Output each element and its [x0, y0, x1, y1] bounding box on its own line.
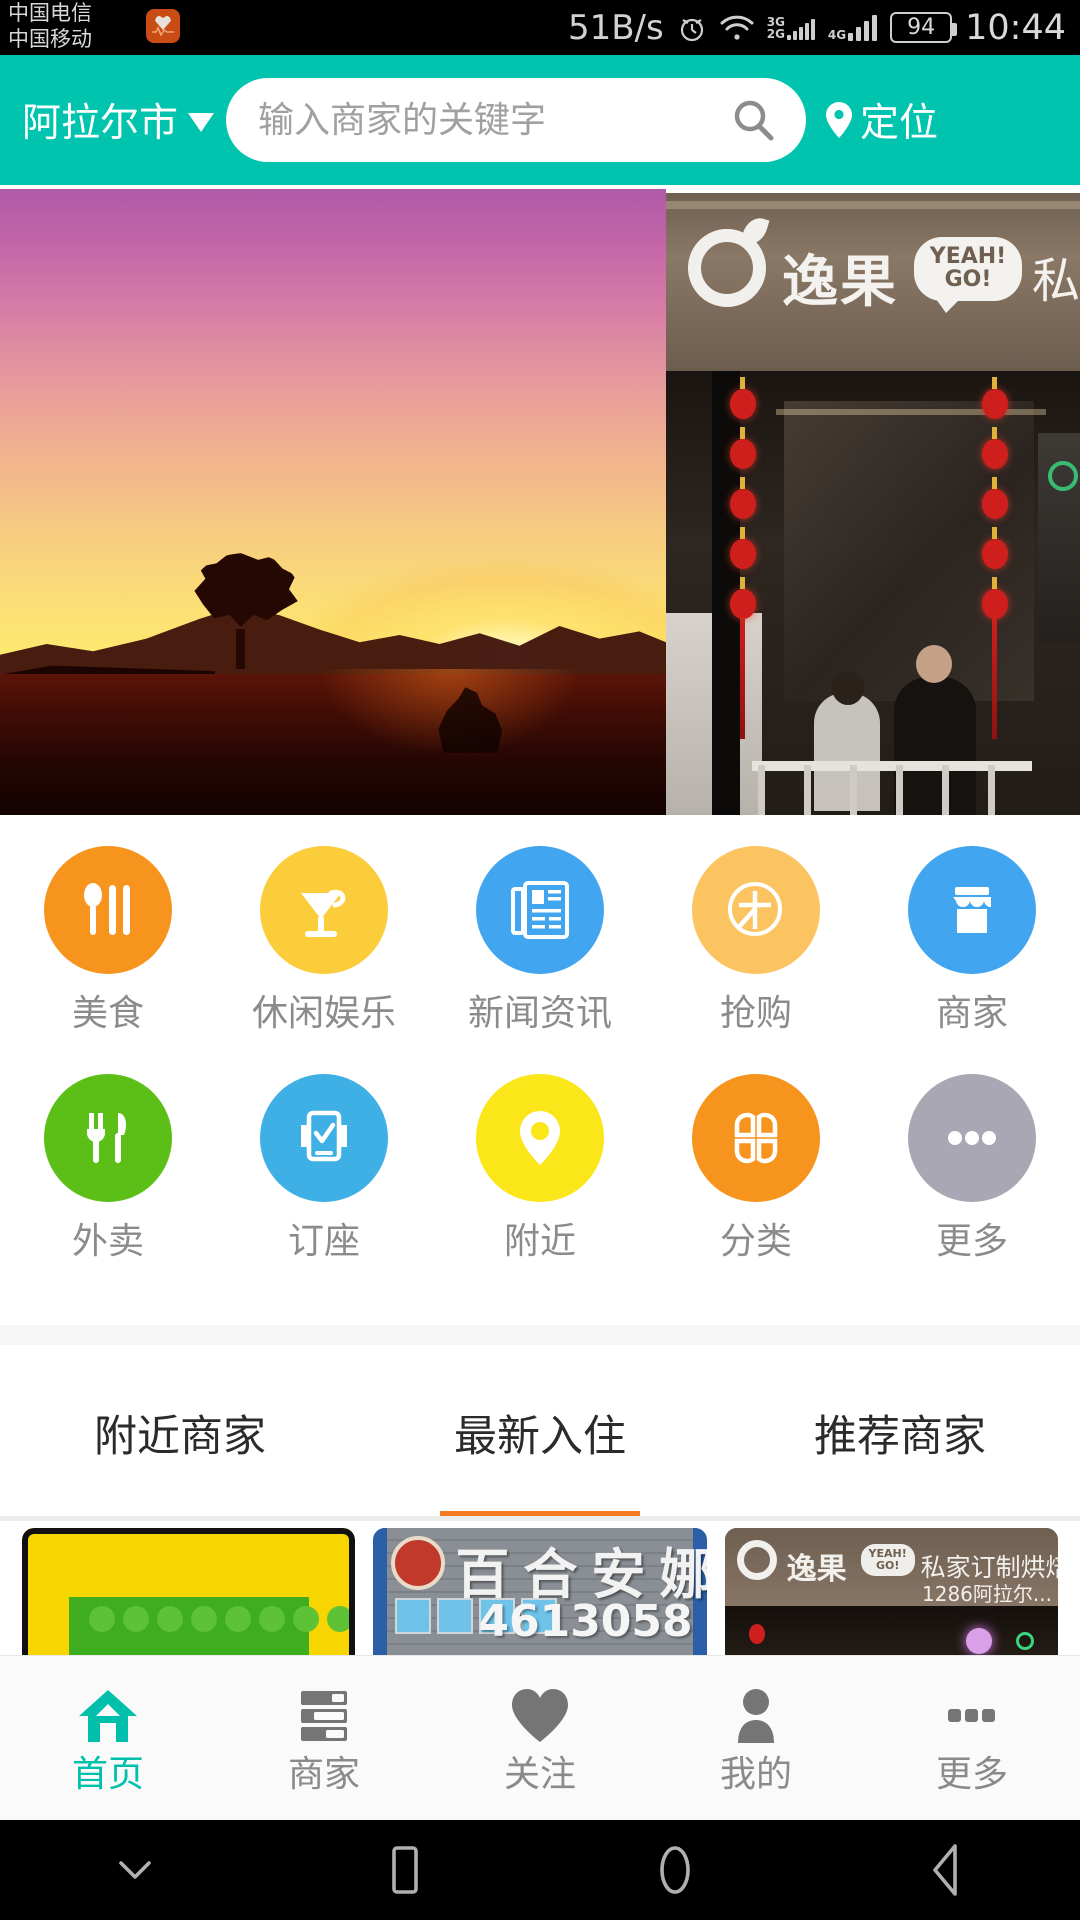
app-screen: 中国电信 中国移动 51B/s 3G 2G 4G 94 10:44 阿拉尔市 输…	[0, 0, 1080, 1920]
chevron-down-icon	[119, 1861, 151, 1879]
map-pin-icon	[476, 1074, 604, 1202]
ellipsis-icon	[908, 1074, 1036, 1202]
clover-grid-icon	[692, 1074, 820, 1202]
category-label: 附近	[503, 1221, 576, 1262]
category-label: 更多	[935, 1221, 1008, 1262]
heart-icon	[432, 1683, 648, 1749]
bottom-navigation: 首页 商家 关注 我的 更多	[0, 1656, 1080, 1820]
bottom-nav-label: 关注	[503, 1754, 576, 1795]
home-icon	[0, 1683, 216, 1749]
network-speed: 51B/s	[567, 7, 664, 48]
tab-underline-track	[0, 1516, 1080, 1521]
cutlery-spoon-icon	[44, 846, 172, 974]
battery-level: 94	[907, 15, 936, 40]
newspaper-icon	[476, 846, 604, 974]
category-item-news[interactable]: 新闻资讯	[432, 846, 648, 1032]
carrier-labels: 中国电信 中国移动	[8, 0, 188, 55]
banner-carousel[interactable]: 逸果 YEAH!GO! 私家	[0, 185, 1080, 815]
category-item-categories[interactable]: 分类	[648, 1074, 864, 1260]
back-button[interactable]	[810, 1841, 1080, 1899]
battery-indicator: 94	[890, 12, 958, 43]
circle-icon	[660, 1846, 690, 1894]
tab-nearby-merchants[interactable]: 附近商家	[0, 1345, 360, 1520]
merchant-card-phone: 4613058	[478, 1596, 693, 1647]
category-grid: 美食 休闲娱乐 新闻资讯 抢购 商家 外卖 订座 附近 分类 更多	[0, 820, 1080, 1325]
map-pin-icon	[824, 100, 854, 140]
sim1-network-top: 3G	[766, 14, 785, 29]
city-name: 阿拉尔市	[22, 101, 179, 146]
category-label: 新闻资讯	[467, 993, 612, 1034]
category-row-2: 外卖 订座 附近 分类 更多	[0, 1074, 1080, 1260]
category-label: 订座	[287, 1221, 360, 1262]
bottom-nav-item-home[interactable]: 首页	[0, 1683, 216, 1793]
category-label: 美食	[71, 993, 144, 1034]
locate-button[interactable]: 定位	[824, 92, 938, 148]
wifi-icon	[720, 15, 754, 41]
phone-check-icon	[260, 1074, 388, 1202]
cocktail-glass-icon	[260, 846, 388, 974]
bottom-nav-label: 首页	[71, 1754, 144, 1795]
category-item-more[interactable]: 更多	[864, 1074, 1080, 1260]
bottom-nav-label: 我的	[719, 1754, 792, 1795]
category-item-takeout[interactable]: 外卖	[0, 1074, 216, 1260]
section-divider	[0, 1325, 1080, 1345]
ellipsis-icon	[864, 1683, 1080, 1749]
merchant-card-brand: 逸果	[786, 1552, 847, 1587]
square-icon	[392, 1846, 418, 1894]
category-item-flashsale[interactable]: 抢购	[648, 846, 864, 1032]
bottom-nav-item-follow[interactable]: 关注	[432, 1683, 648, 1793]
status-clock: 10:44	[965, 7, 1066, 48]
home-button[interactable]	[540, 1841, 810, 1899]
category-label: 抢购	[719, 993, 792, 1034]
sim2-network: 4G	[827, 27, 847, 42]
locate-label: 定位	[860, 101, 939, 146]
heart-pulse-icon	[146, 9, 180, 43]
triangle-left-icon	[933, 1844, 957, 1896]
app-header: 阿拉尔市 定位	[0, 55, 1080, 185]
category-label: 休闲娱乐	[251, 993, 396, 1034]
category-label: 外卖	[71, 1221, 144, 1262]
sim1-network-bottom: 2G	[766, 26, 785, 41]
list-icon	[216, 1683, 432, 1749]
bottom-nav-label: 更多	[935, 1754, 1008, 1795]
category-label: 商家	[935, 993, 1008, 1034]
sim2-signal-icon: 4G	[827, 14, 878, 42]
alarm-clock-icon	[677, 13, 707, 43]
storefront-icon	[908, 846, 1036, 974]
category-row-1: 美食 休闲娱乐 新闻资讯 抢购 商家	[0, 846, 1080, 1032]
search-icon[interactable]	[732, 98, 776, 142]
tab-newest-merchants[interactable]: 最新入住	[360, 1345, 720, 1520]
search-bar[interactable]	[226, 78, 807, 162]
bottom-nav-label: 商家	[287, 1754, 360, 1795]
tab-label: 推荐商家	[814, 1411, 986, 1462]
category-item-reserve[interactable]: 订座	[216, 1074, 432, 1260]
sim1-signal-icon: 3G 2G	[767, 16, 815, 40]
banner-slide-storefront[interactable]: 逸果 YEAH!GO! 私家	[666, 193, 1080, 815]
merchant-card-address: 1286阿拉尔...	[922, 1582, 1052, 1606]
android-navigation-bar	[0, 1820, 1080, 1920]
tab-label: 最新入住	[454, 1411, 626, 1462]
search-input[interactable]	[258, 99, 733, 141]
banner-slide-sunset[interactable]	[0, 189, 666, 815]
chevron-down-icon	[188, 112, 215, 132]
category-item-food[interactable]: 美食	[0, 846, 216, 1032]
status-bar: 中国电信 中国移动 51B/s 3G 2G 4G 94 10:44	[0, 0, 1080, 55]
bottom-nav-item-merchants[interactable]: 商家	[216, 1683, 432, 1793]
bottom-nav-item-more[interactable]: 更多	[864, 1683, 1080, 1793]
tab-label: 附近商家	[94, 1411, 266, 1462]
category-item-nearby[interactable]: 附近	[432, 1074, 648, 1260]
recents-button[interactable]	[270, 1842, 540, 1898]
person-icon	[648, 1683, 864, 1749]
city-selector[interactable]: 阿拉尔市	[22, 92, 215, 148]
circle-arrow-icon	[692, 846, 820, 974]
tab-recommended-merchants[interactable]: 推荐商家	[720, 1345, 1080, 1520]
merchant-tabs: 附近商家 最新入住 推荐商家	[0, 1345, 1080, 1520]
category-item-merchant[interactable]: 商家	[864, 846, 1080, 1032]
fork-knife-icon	[44, 1074, 172, 1202]
category-label: 分类	[719, 1221, 792, 1262]
hide-navbar-button[interactable]	[0, 1855, 270, 1885]
bottom-nav-item-profile[interactable]: 我的	[648, 1683, 864, 1793]
status-indicators: 51B/s 3G 2G 4G 94 10:44	[568, 0, 1066, 55]
category-item-entertainment[interactable]: 休闲娱乐	[216, 846, 432, 1032]
